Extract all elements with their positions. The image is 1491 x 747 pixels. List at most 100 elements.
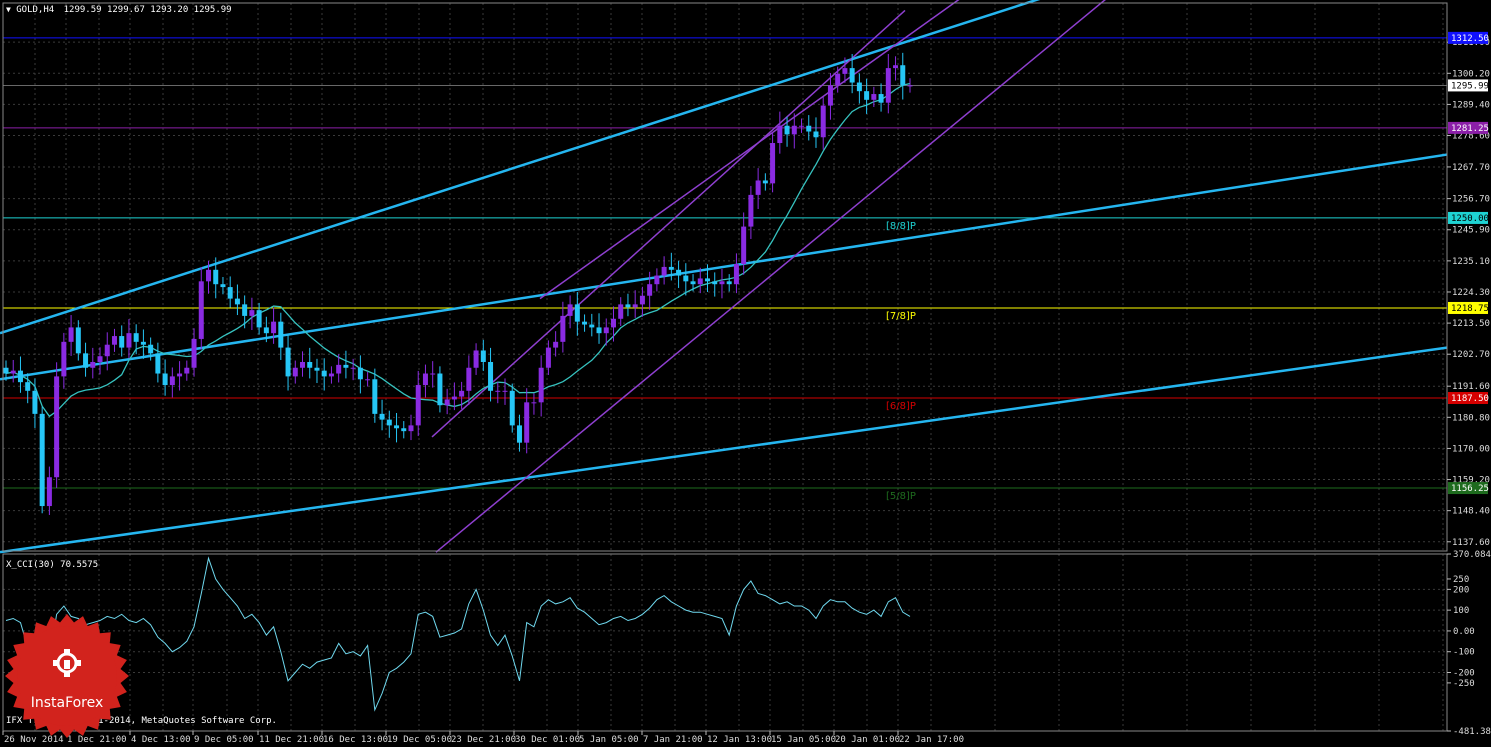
price-tick-label: 1256.70 [1452, 195, 1490, 205]
candle-body [907, 85, 913, 87]
candle-body [148, 344, 154, 354]
candle-body [191, 338, 197, 368]
candle-body [748, 194, 754, 227]
candle-body [140, 341, 146, 345]
candle-body [871, 94, 877, 100]
candle-body [278, 321, 284, 348]
candle-body [878, 94, 884, 103]
candle-body [726, 281, 732, 285]
candle-body [300, 361, 306, 368]
chart-title-text: GOLD,H4 [16, 5, 55, 15]
candle-body [784, 125, 790, 135]
candle-body [488, 361, 494, 391]
candle-body [430, 373, 436, 375]
candle-body [900, 65, 906, 86]
candle-body [10, 370, 16, 374]
candle-body [632, 304, 638, 308]
candle-body [827, 85, 833, 106]
level-label: [7/8]P [886, 311, 916, 322]
price-tick-label: 1300.20 [1452, 69, 1490, 79]
candle-body [83, 353, 89, 368]
candle-body [256, 310, 262, 328]
candle-body [553, 341, 559, 348]
candle-body [46, 477, 52, 507]
candle-body [531, 402, 537, 404]
candle-body [538, 367, 544, 403]
candle-body [198, 281, 204, 339]
candle-body [386, 419, 392, 426]
candle-body [372, 379, 378, 414]
chart-ohlc-values: 1299.59 1299.67 1293.20 1295.99 [63, 5, 232, 15]
candle-body [661, 266, 667, 276]
candle-body [820, 105, 826, 138]
price-tick-label: 1170.00 [1452, 444, 1490, 454]
candle-body [451, 396, 457, 400]
time-tick-label: 12 Jan 13:00 [707, 735, 772, 745]
candle-body [856, 82, 862, 92]
candle-body [17, 370, 23, 383]
candle-body [741, 226, 747, 265]
level-axis-label: 1187.50 [1451, 394, 1489, 404]
candle-body [444, 399, 450, 406]
price-tick-label: 1267.70 [1452, 163, 1490, 173]
candle-body [234, 298, 240, 305]
time-tick-label: 15 Jan 05:00 [771, 735, 836, 745]
candle-body [459, 390, 465, 397]
candle-body [271, 321, 277, 334]
candle-body [111, 336, 117, 345]
candle-body [495, 390, 501, 392]
candle-body [690, 281, 696, 285]
candle-body [32, 390, 38, 414]
candle-body [177, 373, 183, 377]
time-tick-label: 23 Dec 21:00 [451, 735, 516, 745]
cci-tick-label: -200 [1453, 669, 1475, 679]
candle-body [263, 327, 269, 334]
candle-body [169, 376, 175, 386]
price-tick-label: 1289.40 [1452, 100, 1490, 110]
candle-body [610, 318, 616, 328]
cci-tick-label: 250 [1453, 575, 1469, 585]
candle-body [806, 125, 812, 132]
candle-body [162, 373, 168, 386]
candle-body [394, 425, 400, 429]
candle-body [357, 367, 363, 380]
candle-body [25, 382, 31, 391]
level-axis-label: 1156.25 [1451, 484, 1489, 494]
candle-body [213, 269, 219, 285]
candle-body [719, 281, 725, 285]
time-tick-label: 20 Jan 01:00 [835, 735, 900, 745]
level-label: [8/8]P [886, 221, 916, 232]
candle-body [350, 367, 356, 369]
candle-body [155, 353, 161, 374]
candle-body [799, 125, 805, 127]
price-tick-label: 1137.60 [1452, 538, 1490, 548]
candle-body [893, 65, 899, 69]
candle-body [647, 284, 653, 296]
candle-body [560, 315, 566, 342]
candle-body [75, 327, 81, 354]
candle-body [307, 361, 313, 368]
candle-body [133, 333, 139, 342]
candle-body [285, 347, 291, 377]
candle-body [762, 180, 768, 184]
candle-body [791, 125, 797, 135]
candle-body [314, 367, 320, 371]
candle-body [835, 73, 841, 86]
level-axis-label: 1312.50 [1451, 34, 1489, 44]
price-tick-label: 1180.80 [1452, 413, 1490, 423]
time-tick-label: 19 Dec 05:00 [387, 735, 452, 745]
cci-tick-label: 370.084 [1453, 550, 1491, 560]
candle-body [733, 264, 739, 285]
candle-body [683, 275, 689, 282]
candle-body [437, 373, 443, 406]
chart-title: ▼ GOLD,H4 1299.59 1299.67 1293.20 1295.9… [6, 5, 232, 15]
candle-body [524, 402, 530, 443]
candle-body [574, 304, 580, 322]
candle-body [205, 269, 211, 282]
candle-body [813, 131, 819, 138]
level-axis-label: 1218.75 [1451, 304, 1489, 314]
candle-body [466, 367, 472, 391]
cci-tick-label: 100 [1453, 606, 1469, 616]
candle-body [379, 413, 385, 420]
time-tick-label: 7 Jan 21:00 [643, 735, 703, 745]
